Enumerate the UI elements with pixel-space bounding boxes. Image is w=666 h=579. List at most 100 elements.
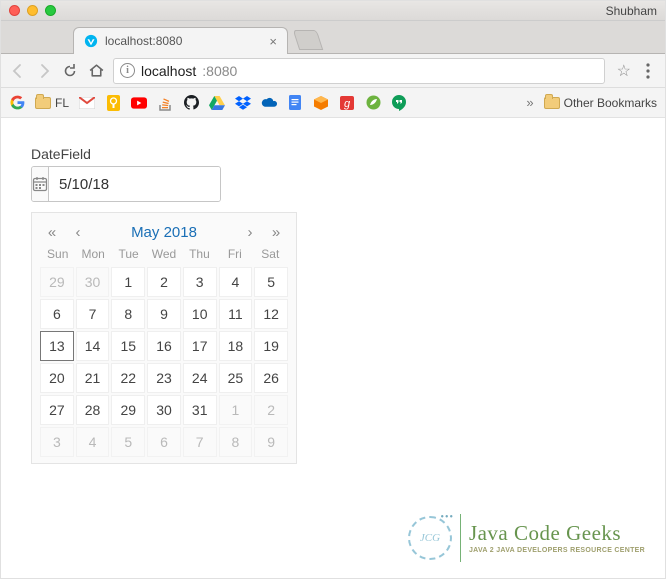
day-cell[interactable]: 14 (76, 331, 110, 361)
weekday-header: Tue (111, 245, 146, 263)
day-cell[interactable]: 1 (111, 267, 145, 297)
onedrive-icon (261, 95, 277, 111)
bookmark-youtube[interactable] (131, 95, 147, 111)
next-year-button[interactable]: » (264, 224, 288, 241)
datefield (31, 166, 221, 202)
window-controls (9, 5, 56, 16)
day-cell[interactable]: 2 (254, 395, 288, 425)
chrome-profile-name[interactable]: Shubham (606, 4, 657, 18)
bookmark-docs[interactable] (287, 95, 303, 111)
zoom-window-button[interactable] (45, 5, 56, 16)
date-input[interactable] (49, 167, 221, 201)
day-cell[interactable]: 7 (76, 299, 110, 329)
day-cell[interactable]: 31 (183, 395, 217, 425)
youtube-icon (131, 95, 147, 111)
folder-icon (544, 97, 560, 109)
google-icon (9, 95, 25, 111)
calendar-toggle-button[interactable] (32, 167, 49, 201)
back-button[interactable] (9, 62, 27, 80)
day-cell[interactable]: 1 (219, 395, 253, 425)
day-cell[interactable]: 26 (254, 363, 288, 393)
url-port: :8080 (202, 63, 237, 79)
picker-header: « ‹ May 2018 › » (40, 219, 288, 243)
day-cell[interactable]: 29 (40, 267, 74, 297)
day-cell[interactable]: 16 (147, 331, 181, 361)
day-cell[interactable]: 24 (183, 363, 217, 393)
day-cell[interactable]: 18 (219, 331, 253, 361)
bookmark-dropbox[interactable] (235, 95, 251, 111)
prev-year-button[interactable]: « (40, 224, 64, 241)
bookmark-google[interactable] (9, 95, 25, 111)
weekday-header: Mon (75, 245, 110, 263)
day-cell[interactable]: 21 (76, 363, 110, 393)
day-cell[interactable]: 8 (111, 299, 145, 329)
dropbox-icon (235, 95, 251, 111)
day-cell[interactable]: 9 (254, 427, 288, 457)
next-month-button[interactable]: › (238, 224, 262, 241)
bookmark-spring[interactable] (365, 95, 381, 111)
day-cell[interactable]: 25 (219, 363, 253, 393)
reload-button[interactable] (61, 62, 79, 80)
hangouts-icon (391, 95, 407, 111)
day-cell[interactable]: 2 (147, 267, 181, 297)
bookmark-g[interactable]: g (339, 95, 355, 111)
day-cell[interactable]: 30 (76, 267, 110, 297)
bookmark-hangouts[interactable] (391, 95, 407, 111)
day-cell[interactable]: 28 (76, 395, 110, 425)
day-cell[interactable]: 6 (147, 427, 181, 457)
forward-button[interactable] (35, 62, 53, 80)
day-cell[interactable]: 8 (219, 427, 253, 457)
menu-button[interactable] (639, 62, 657, 80)
stackoverflow-icon (157, 95, 173, 111)
bookmark-onedrive[interactable] (261, 95, 277, 111)
tab-close-icon[interactable]: × (269, 35, 277, 48)
day-cell[interactable]: 4 (219, 267, 253, 297)
day-cell[interactable]: 9 (147, 299, 181, 329)
day-cell[interactable]: 30 (147, 395, 181, 425)
bookmark-other-folder[interactable]: Other Bookmarks (544, 96, 657, 110)
day-cell[interactable]: 5 (111, 427, 145, 457)
browser-tab[interactable]: localhost:8080 × (73, 27, 288, 54)
day-cell[interactable]: 3 (183, 267, 217, 297)
day-cell[interactable]: 10 (183, 299, 217, 329)
bookmark-stackoverflow[interactable] (157, 95, 173, 111)
day-cell[interactable]: 13 (40, 331, 74, 361)
drive-icon (209, 95, 225, 111)
watermark-title: Java Code Geeks (469, 523, 645, 544)
tab-title: localhost:8080 (105, 34, 182, 48)
bookmark-github[interactable] (183, 95, 199, 111)
day-cell[interactable]: 27 (40, 395, 74, 425)
day-cell[interactable]: 17 (183, 331, 217, 361)
day-cell[interactable]: 15 (111, 331, 145, 361)
calendar-icon (32, 176, 48, 192)
month-year-label[interactable]: May 2018 (92, 224, 236, 241)
day-cell[interactable]: 11 (219, 299, 253, 329)
bookmark-gmail[interactable] (79, 95, 95, 111)
url-host: localhost (141, 63, 196, 79)
bookmark-drive[interactable] (209, 95, 225, 111)
overflow-chevron-icon[interactable]: » (526, 95, 533, 110)
day-cell[interactable]: 19 (254, 331, 288, 361)
day-cell[interactable]: 5 (254, 267, 288, 297)
day-cell[interactable]: 3 (40, 427, 74, 457)
day-cell[interactable]: 6 (40, 299, 74, 329)
day-cell[interactable]: 23 (147, 363, 181, 393)
close-window-button[interactable] (9, 5, 20, 16)
day-cell[interactable]: 20 (40, 363, 74, 393)
site-info-icon[interactable]: i (120, 63, 135, 78)
day-cell[interactable]: 4 (76, 427, 110, 457)
day-cell[interactable]: 7 (183, 427, 217, 457)
prev-month-button[interactable]: ‹ (66, 224, 90, 241)
weekday-header: Sun (40, 245, 75, 263)
bookmark-keep[interactable] (105, 95, 121, 111)
home-button[interactable] (87, 62, 105, 80)
bookmark-star-icon[interactable]: ☆ (617, 61, 631, 81)
day-cell[interactable]: 22 (111, 363, 145, 393)
minimize-window-button[interactable] (27, 5, 38, 16)
address-bar[interactable]: i localhost :8080 (113, 58, 605, 84)
new-tab-button[interactable] (293, 30, 323, 50)
bookmark-orange[interactable] (313, 95, 329, 111)
day-cell[interactable]: 29 (111, 395, 145, 425)
bookmark-fl-folder[interactable]: FL (35, 96, 69, 110)
day-cell[interactable]: 12 (254, 299, 288, 329)
